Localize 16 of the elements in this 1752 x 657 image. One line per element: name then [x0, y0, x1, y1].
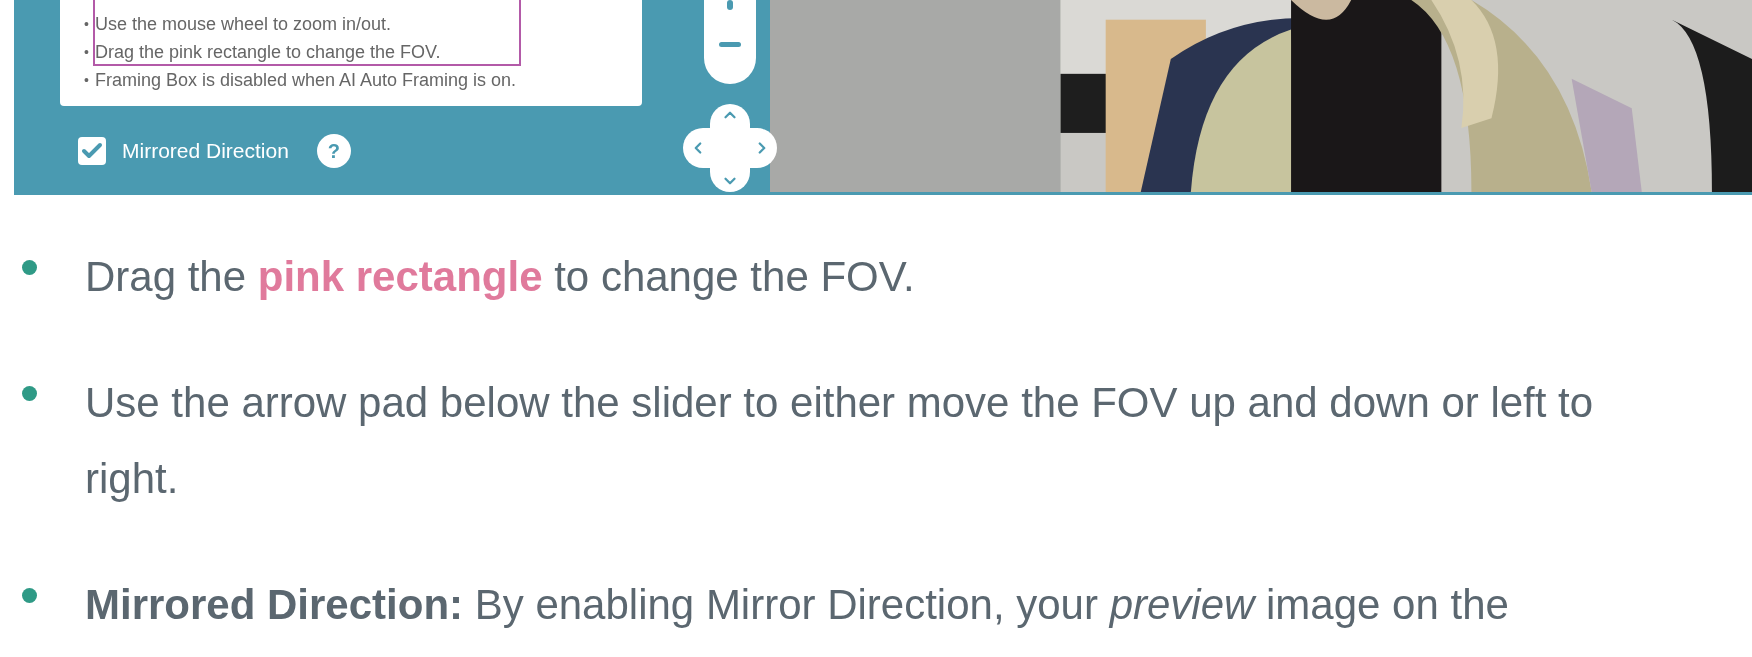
bullet-mark: •	[84, 45, 89, 59]
bullet-mark: •	[84, 17, 89, 31]
bullet-text: Mirrored Direction: By enabling Mirror Direction, your preview image on the	[85, 580, 1509, 630]
bullet-mark: •	[84, 73, 89, 87]
bullet-text: Drag the pink rectangle to change the FOV.	[85, 252, 915, 302]
checkbox[interactable]	[78, 137, 106, 165]
slider-handle[interactable]	[727, 0, 733, 10]
zoom-slider[interactable]	[704, 0, 756, 84]
minus-icon[interactable]	[719, 42, 741, 47]
bullet-text: Use the arrow pad below the slider to either move the FOV up and down or left to right.	[85, 378, 1595, 504]
help-button[interactable]: ?	[316, 134, 351, 168]
checkbox-label: Mirrored Direction	[122, 138, 289, 165]
arrow-pad[interactable]	[683, 104, 777, 192]
hint-text: Drag the pink rectangle to change the FOV.	[94, 41, 441, 64]
hint-text: Framing Box is disabled when AI Auto Framing is on.	[94, 69, 517, 92]
hint-text: Use the mouse wheel to zoom in/out.	[94, 13, 392, 36]
